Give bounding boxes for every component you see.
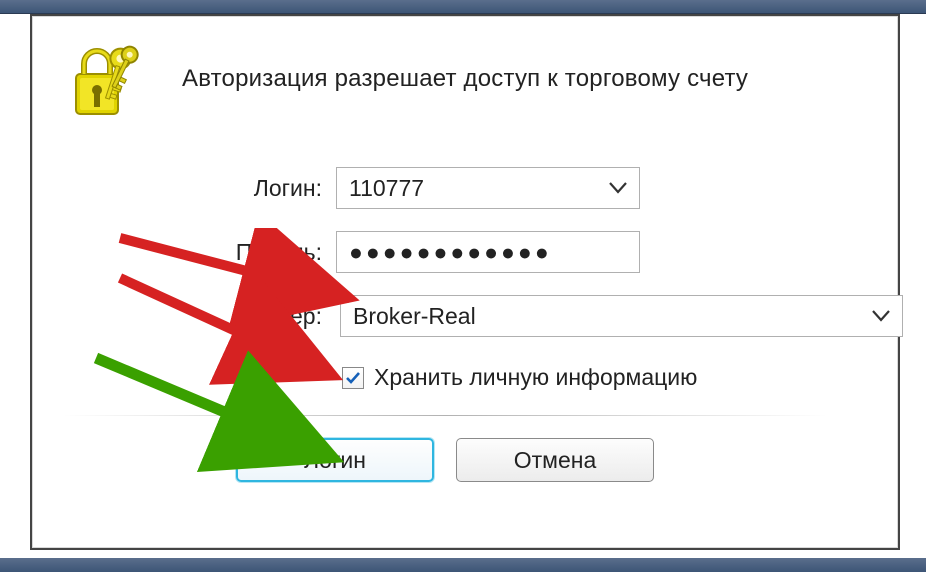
password-value: ●●●●●●●●●●●● xyxy=(349,239,552,266)
login-value: 110777 xyxy=(349,175,424,202)
button-bar: Логин Отмена xyxy=(32,438,858,482)
cancel-button[interactable]: Отмена xyxy=(456,438,654,482)
login-button[interactable]: Логин xyxy=(236,438,434,482)
row-server: Сервер: Broker-Real xyxy=(32,294,858,338)
server-label: Сервер: xyxy=(32,303,336,330)
dialog-title: Авторизация разрешает доступ к торговому… xyxy=(182,65,748,93)
window-titlebar xyxy=(0,0,926,14)
password-label: Пароль: xyxy=(32,239,336,266)
dialog-header: Авторизация разрешает доступ к торговому… xyxy=(32,16,898,138)
login-combobox[interactable]: 110777 xyxy=(336,167,640,209)
login-form: Логин: 110777 Пароль: ●●●●●●●●●●●● Серве… xyxy=(32,138,898,482)
server-combobox[interactable]: Broker-Real xyxy=(340,295,903,337)
chevron-down-icon xyxy=(609,182,627,194)
login-button-label: Логин xyxy=(304,447,366,474)
row-password: Пароль: ●●●●●●●●●●●● xyxy=(32,230,858,274)
chevron-down-icon xyxy=(872,310,890,322)
lock-keys-icon xyxy=(70,38,148,120)
cancel-button-label: Отмена xyxy=(514,447,597,474)
login-label: Логин: xyxy=(32,175,336,202)
login-dialog: Авторизация разрешает доступ к торговому… xyxy=(30,14,900,550)
remember-label: Хранить личную информацию xyxy=(374,364,697,391)
row-remember: Хранить личную информацию xyxy=(342,364,858,391)
password-input[interactable]: ●●●●●●●●●●●● xyxy=(336,231,640,273)
remember-checkbox[interactable] xyxy=(342,367,364,389)
server-value: Broker-Real xyxy=(353,303,476,330)
window-bottom-border xyxy=(0,558,926,572)
divider xyxy=(62,415,828,416)
row-login: Логин: 110777 xyxy=(32,166,858,210)
